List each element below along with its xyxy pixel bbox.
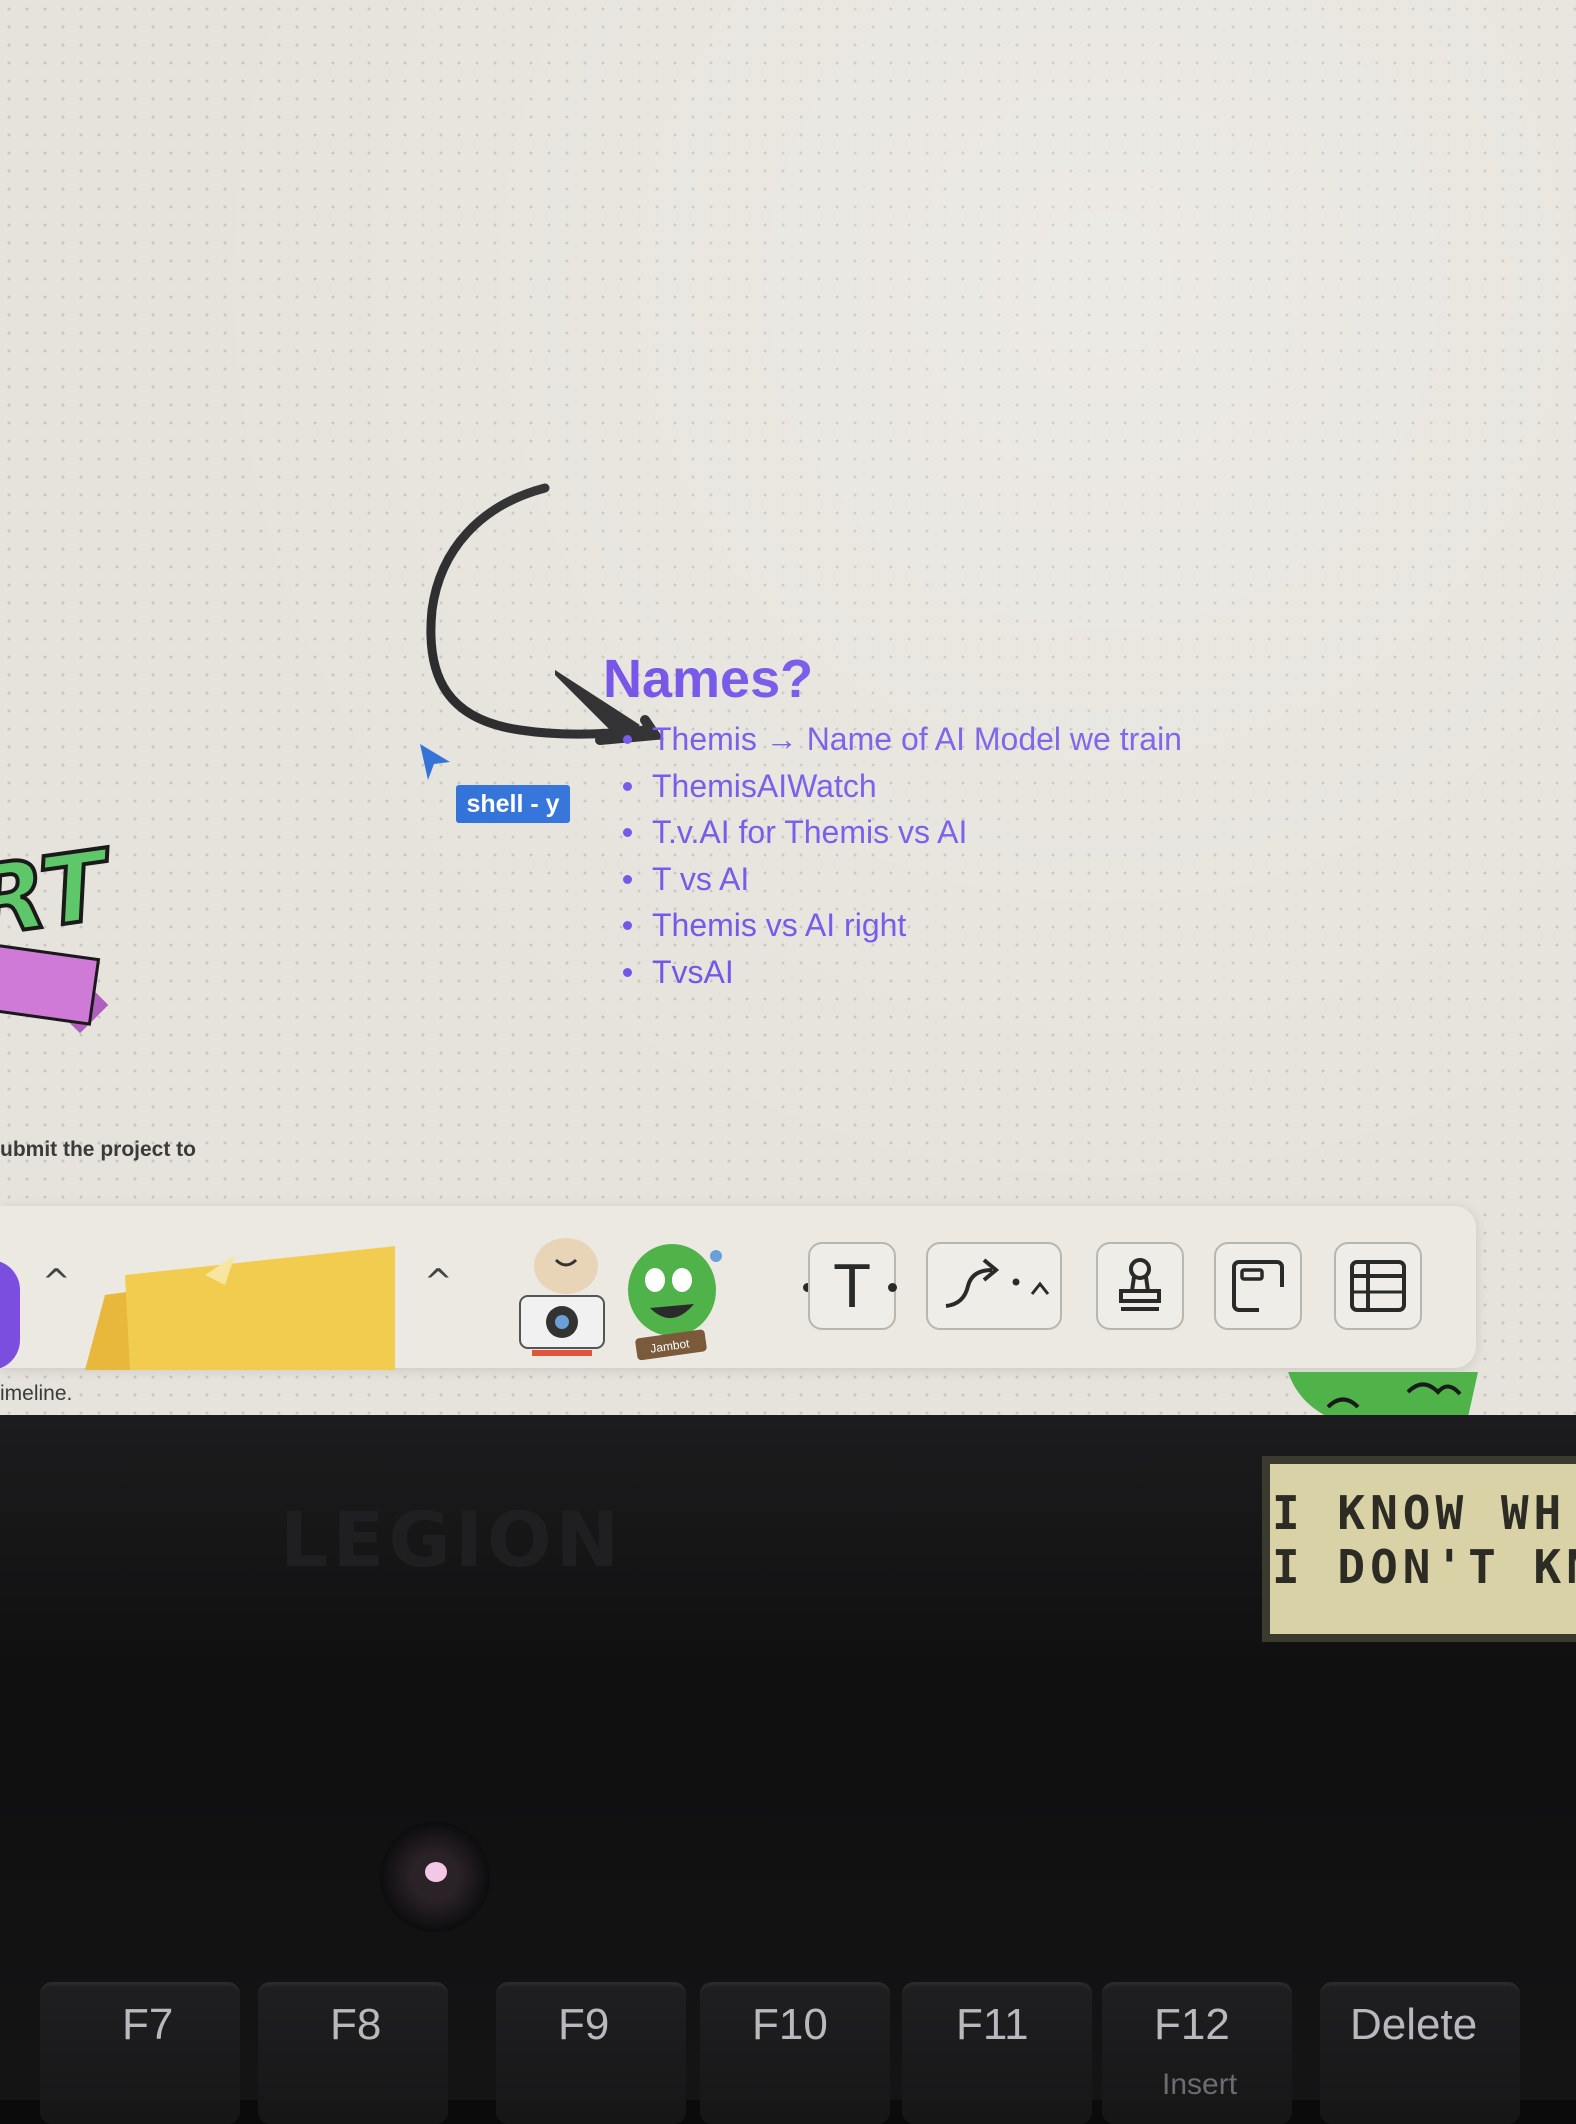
list-item[interactable]: Themis vs AI right xyxy=(600,902,1182,949)
canvas-text-snippet[interactable]: imeline. xyxy=(0,1382,72,1406)
key-label: F9 xyxy=(558,2000,610,2049)
key-label: F12 xyxy=(1154,2000,1230,2049)
names-list[interactable]: Themis → Name of AI Model we train Themi… xyxy=(600,716,1182,995)
list-item[interactable]: TvsAI xyxy=(600,949,1182,996)
list-item[interactable]: Themis → Name of AI Model we train xyxy=(600,716,1182,763)
tool-dot xyxy=(888,1283,897,1292)
connector-tool-button[interactable] xyxy=(926,1242,1062,1330)
list-item[interactable]: T.v.AI for Themis vs AI xyxy=(600,809,1182,856)
whiteboard-canvas[interactable]: Names? Themis → Name of AI Model we trai… xyxy=(0,0,1576,1415)
text-tool-button[interactable]: T xyxy=(808,1242,896,1330)
frame-tool-button[interactable] xyxy=(1214,1242,1302,1330)
canvas-text-snippet[interactable]: ubmit the project to xyxy=(0,1138,196,1162)
sign-line: I KNOW WH xyxy=(1272,1486,1567,1540)
connector-icon xyxy=(945,1258,1050,1308)
key-label: F8 xyxy=(330,2000,382,2049)
chevron-up-icon[interactable]: ^ xyxy=(42,1262,71,1302)
note-title[interactable]: Names? xyxy=(603,648,813,710)
key-label: F7 xyxy=(122,2000,174,2049)
jambot-sticker-icon[interactable]: Jambot xyxy=(620,1238,730,1368)
green-mascot-sticker[interactable] xyxy=(1288,1372,1478,1415)
laptop-brand-logo: LEGION xyxy=(280,1495,624,1584)
rt-sticker[interactable]: RT xyxy=(0,827,116,961)
list-item[interactable]: T vs AI xyxy=(600,856,1182,903)
list-item[interactable]: ThemisAIWatch xyxy=(600,763,1182,810)
key-label: Delete xyxy=(1350,2000,1478,2049)
chevron-up-icon[interactable]: ^ xyxy=(424,1262,453,1302)
sign-line: I DON'T KN xyxy=(1272,1540,1576,1594)
sticky-note-icon[interactable] xyxy=(85,1235,395,1370)
key-sub-label: Insert xyxy=(1162,2068,1238,2101)
key-label: F10 xyxy=(752,2000,828,2049)
collaborator-cursor-icon xyxy=(420,744,450,780)
table-tool-button[interactable] xyxy=(1334,1242,1422,1330)
frame-icon xyxy=(1232,1260,1287,1315)
stamp-icon xyxy=(1119,1258,1161,1311)
stamp-tool-button[interactable] xyxy=(1096,1242,1184,1330)
table-icon xyxy=(1350,1260,1406,1312)
text-icon: T xyxy=(833,1251,871,1321)
key-label: F11 xyxy=(956,2000,1029,2049)
camera-sticker-icon[interactable] xyxy=(512,1236,612,1368)
collaborator-name-tag: shell - y xyxy=(456,785,570,823)
webcam-led xyxy=(425,1862,447,1882)
